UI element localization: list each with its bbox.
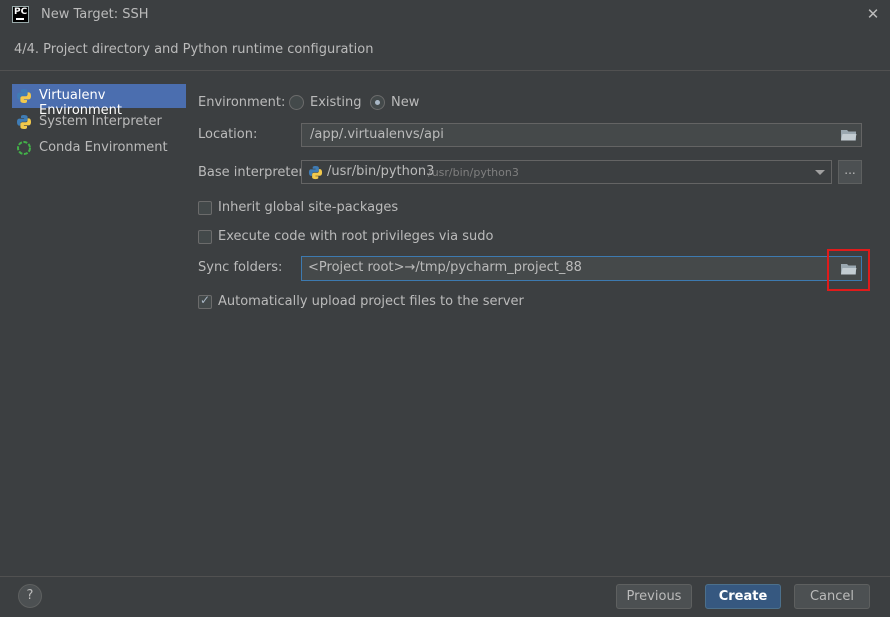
title-bar: PC New Target: SSH ✕ [0,0,890,30]
location-label: Location: [198,127,258,142]
sidebar-item-system-interpreter[interactable]: System Interpreter [12,110,186,134]
base-interpreter-value: /usr/bin/python3 [327,164,435,179]
location-field[interactable]: /app/.virtualenvs/api [301,123,862,147]
step-title: 4/4. Project directory and Python runtim… [14,42,374,57]
highlight-annotation [827,249,870,291]
sidebar-item-label: Conda Environment [39,140,168,155]
base-interpreter-label: Base interpreter: [198,165,308,180]
location-value: /app/.virtualenvs/api [310,127,444,142]
window-title: New Target: SSH [41,7,149,22]
inherit-packages-label: Inherit global site-packages [218,200,399,215]
help-button[interactable]: ? [18,584,42,608]
python-icon [17,89,31,103]
base-interpreter-hint: /usr/bin/python3 [428,166,519,179]
sudo-label: Execute code with root privileges via su… [218,229,494,244]
create-button[interactable]: Create [705,584,781,609]
sudo-checkbox[interactable] [198,230,212,244]
auto-upload-checkbox[interactable] [198,293,212,309]
radio-new-label: New [391,95,420,110]
folder-icon[interactable] [841,129,857,141]
sync-folders-value: <Project root>→/tmp/pycharm_project_88 [308,260,582,275]
sync-folders-label: Sync folders: [198,260,283,275]
conda-icon [17,141,31,155]
environment-label: Environment: [198,95,286,110]
browse-interpreter-button[interactable]: ... [838,160,862,184]
chevron-down-icon [815,170,825,175]
close-icon[interactable]: ✕ [865,6,881,22]
sidebar-item-label: System Interpreter [39,114,162,129]
wizard-header: 4/4. Project directory and Python runtim… [0,30,890,71]
inherit-packages-checkbox[interactable] [198,201,212,215]
auto-upload-label: Automatically upload project files to th… [218,294,524,309]
previous-button[interactable]: Previous [616,584,692,609]
radio-existing[interactable] [289,95,304,110]
interpreter-type-list: Virtualenv Environment System Interprete… [8,80,186,570]
sync-folders-field[interactable]: <Project root>→/tmp/pycharm_project_88 [301,256,862,281]
sidebar-item-conda[interactable]: Conda Environment [12,136,186,160]
python-icon [308,165,323,180]
base-interpreter-select[interactable]: /usr/bin/python3 /usr/bin/python3 [301,160,832,184]
sidebar-item-virtualenv[interactable]: Virtualenv Environment [12,84,186,118]
pycharm-logo-icon: PC [12,6,29,23]
cancel-button[interactable]: Cancel [794,584,870,609]
python-icon [17,115,31,129]
radio-new[interactable] [370,95,385,110]
radio-existing-label: Existing [310,95,362,110]
app-icon-text: PC [14,7,28,17]
